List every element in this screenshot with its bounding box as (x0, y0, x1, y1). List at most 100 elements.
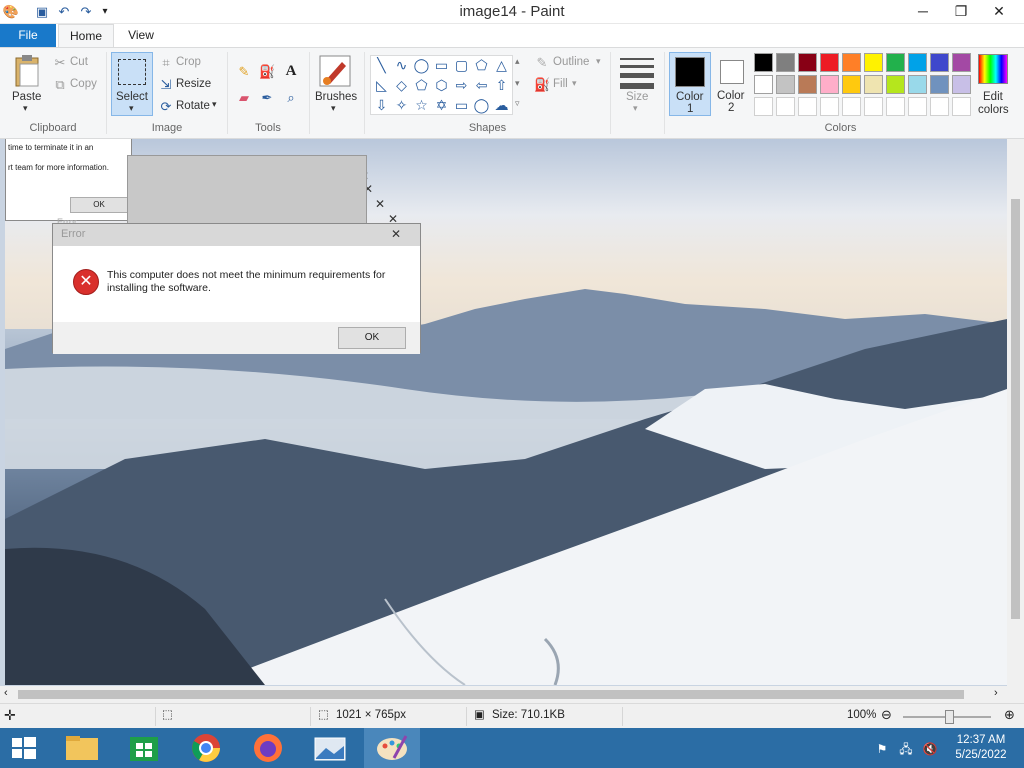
six-point-star-shape-icon[interactable]: ✡ (432, 96, 451, 115)
paste-icon[interactable] (12, 54, 46, 88)
error-dialog-close-icon[interactable]: ✕ (391, 227, 401, 241)
right-triangle-shape-icon[interactable]: ◺ (372, 76, 391, 95)
palette-swatch[interactable] (952, 53, 971, 72)
palette-swatch[interactable] (908, 97, 927, 116)
rectangle-shape-icon[interactable]: ▭ (432, 56, 451, 75)
polygon-shape-icon[interactable]: ⬠ (472, 56, 491, 75)
drawing-canvas[interactable]: time to terminate it in an rt team for m… (5, 139, 1007, 685)
color2-button[interactable]: Color 2 (715, 52, 749, 116)
rounded-rectangle-shape-icon[interactable]: ▢ (452, 56, 471, 75)
rotate-label[interactable]: Rotate (176, 100, 210, 112)
horizontal-scrollbar[interactable]: ‹ › (0, 686, 1024, 703)
palette-swatch[interactable] (864, 75, 883, 94)
palette-swatch[interactable] (886, 97, 905, 116)
taskbar-paint[interactable] (364, 728, 420, 768)
cut-icon[interactable]: ✂ (52, 55, 68, 71)
callout-rect-shape-icon[interactable]: ▭ (452, 96, 471, 115)
copy-label[interactable]: Copy (70, 78, 97, 90)
color1-button[interactable]: Color 1 (669, 52, 711, 116)
taskbar-chrome[interactable] (178, 728, 234, 768)
vertical-scrollbar[interactable] (1007, 139, 1024, 686)
palette-swatch[interactable] (820, 53, 839, 72)
pencil-icon[interactable]: ✎ (236, 64, 252, 80)
zoom-out-icon[interactable]: ⊖ (881, 707, 892, 723)
palette-swatch[interactable] (842, 75, 861, 94)
copy-icon[interactable]: ⧉ (52, 77, 68, 93)
shapes-scroll-up-icon[interactable]: ▴ (515, 56, 520, 67)
palette-swatch[interactable] (886, 53, 905, 72)
fill-icon[interactable]: ⛽ (534, 77, 550, 93)
palette-swatch[interactable] (864, 53, 883, 72)
color-picker-icon[interactable]: ✒ (259, 90, 275, 106)
taskbar-file-explorer[interactable] (54, 728, 110, 768)
fill-bucket-icon[interactable]: ⛽ (259, 64, 275, 80)
palette-swatch[interactable] (886, 75, 905, 94)
volume-muted-icon[interactable]: 🔇 (922, 741, 938, 757)
four-point-star-shape-icon[interactable]: ✧ (392, 96, 411, 115)
error-dialog-ok-button[interactable]: OK (338, 327, 406, 349)
left-arrow-shape-icon[interactable]: ⇦ (472, 76, 491, 95)
palette-swatch[interactable] (908, 75, 927, 94)
start-button[interactable] (0, 728, 48, 768)
rotate-dropdown-icon[interactable]: ▾ (212, 99, 217, 110)
fill-dropdown-icon[interactable]: ▾ (572, 78, 577, 89)
palette-swatch[interactable] (776, 97, 795, 116)
pentagon-shape-icon[interactable]: ⬠ (412, 76, 431, 95)
palette-swatch[interactable] (820, 97, 839, 116)
resize-label[interactable]: Resize (176, 78, 211, 90)
oval-shape-icon[interactable]: ◯ (412, 56, 431, 75)
outline-label[interactable]: Outline (553, 56, 589, 68)
edit-colors-icon[interactable] (978, 54, 1008, 84)
paste-label[interactable]: Paste (12, 91, 41, 103)
tab-home[interactable]: Home (58, 24, 114, 47)
network-icon[interactable]: 🖧 (898, 741, 914, 757)
stacked-dialog-close-icon[interactable]: ✕ (375, 197, 385, 211)
select-button[interactable]: Select ▾ (111, 52, 153, 116)
palette-swatch[interactable] (952, 97, 971, 116)
taskbar-firefox[interactable] (240, 728, 296, 768)
paste-dropdown-icon[interactable]: ▾ (23, 103, 28, 114)
palette-swatch[interactable] (798, 53, 817, 72)
palette-swatch[interactable] (908, 53, 927, 72)
crop-icon[interactable]: ⌗ (158, 55, 174, 71)
palette-swatch[interactable] (820, 75, 839, 94)
vertical-scrollbar-thumb[interactable] (1011, 199, 1020, 619)
callout-oval-shape-icon[interactable]: ◯ (472, 96, 491, 115)
magnifier-icon[interactable]: ⌕ (283, 90, 299, 106)
palette-swatch[interactable] (754, 75, 773, 94)
palette-swatch[interactable] (754, 97, 773, 116)
shapes-scroll-down-icon[interactable]: ▾ (515, 78, 520, 89)
resize-icon[interactable]: ⇲ (158, 77, 174, 93)
outline-icon[interactable]: ✎ (534, 55, 550, 71)
system-clock[interactable]: 12:37 AM 5/25/2022 (946, 733, 1016, 763)
palette-swatch[interactable] (842, 97, 861, 116)
down-arrow-shape-icon[interactable]: ⇩ (372, 96, 391, 115)
line-shape-icon[interactable]: ╲ (372, 56, 391, 75)
scroll-left-icon[interactable]: ‹ (4, 687, 8, 699)
tab-view[interactable]: View (118, 24, 164, 47)
edit-colors-label-line2[interactable]: colors (978, 104, 1009, 116)
zoom-in-icon[interactable]: ⊕ (1004, 707, 1015, 723)
diamond-shape-icon[interactable]: ◇ (392, 76, 411, 95)
action-center-flag-icon[interactable]: ⚑ (874, 741, 890, 757)
edit-colors-label-line1[interactable]: Edit (983, 91, 1003, 103)
brushes-icon[interactable] (318, 54, 352, 88)
palette-swatch[interactable] (776, 53, 795, 72)
five-point-star-shape-icon[interactable]: ☆ (412, 96, 431, 115)
up-arrow-shape-icon[interactable]: ⇧ (492, 76, 511, 95)
palette-swatch[interactable] (930, 53, 949, 72)
crop-label[interactable]: Crop (176, 56, 201, 68)
palette-swatch[interactable] (952, 75, 971, 94)
size-icon[interactable] (620, 58, 654, 89)
taskbar-photos[interactable] (302, 728, 358, 768)
callout-cloud-shape-icon[interactable]: ☁ (492, 96, 511, 115)
restore-button[interactable]: ❐ (944, 0, 978, 22)
palette-swatch[interactable] (754, 53, 773, 72)
palette-swatch[interactable] (776, 75, 795, 94)
rotate-icon[interactable]: ⟳ (158, 99, 174, 115)
brushes-dropdown-icon[interactable]: ▾ (331, 103, 336, 114)
right-arrow-shape-icon[interactable]: ⇨ (452, 76, 471, 95)
shapes-expand-icon[interactable]: ▿ (515, 98, 520, 109)
size-dropdown-icon[interactable]: ▾ (633, 103, 638, 114)
taskbar-store[interactable] (116, 728, 172, 768)
